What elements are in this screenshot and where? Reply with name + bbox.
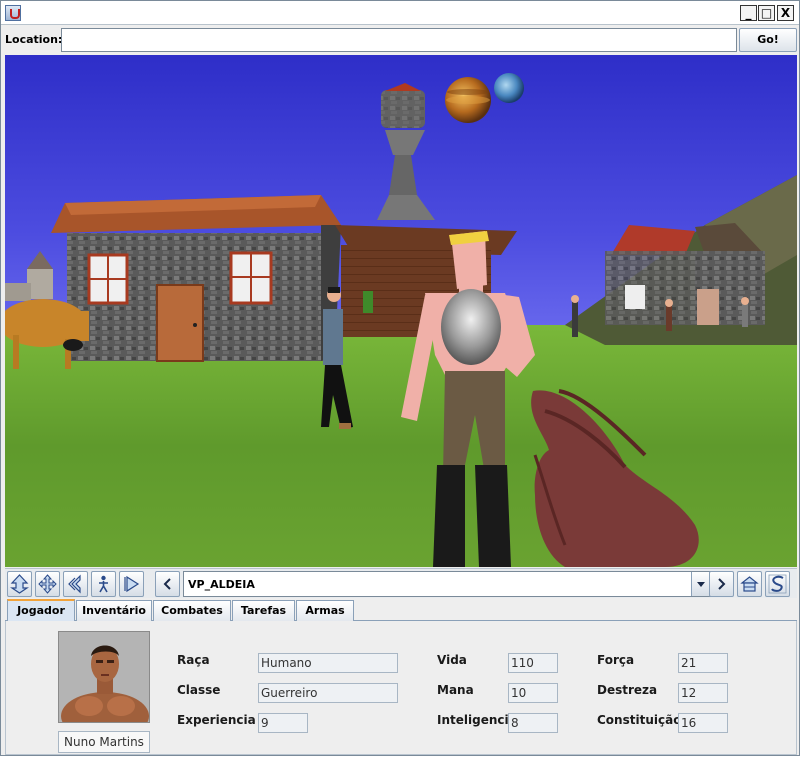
tab-inventario[interactable]: Inventário	[76, 600, 152, 621]
forca-label: Força	[597, 653, 635, 667]
player-portrait	[58, 631, 150, 723]
experiencia-field: 9	[258, 713, 308, 733]
home-icon	[740, 576, 759, 592]
inteligencia-field: 8	[508, 713, 558, 733]
viewpoint-value: VP_ALDEIA	[188, 578, 255, 591]
pan-button[interactable]	[35, 571, 60, 597]
location-label: Location:	[5, 33, 63, 46]
player-avatar	[59, 632, 149, 722]
destreza-field: 12	[678, 683, 728, 703]
village-scene	[5, 55, 797, 567]
tab-armas[interactable]: Armas	[296, 600, 354, 621]
application-window: _ □ X Location: Go! VP_ALDEIA Jogador In…	[0, 0, 800, 756]
viewpoint-dropdown[interactable]: VP_ALDEIA	[183, 571, 712, 597]
vida-label: Vida	[437, 653, 467, 667]
tab-combates[interactable]: Combates	[153, 600, 231, 621]
settings-button[interactable]	[765, 571, 790, 597]
tab-strip: Jogador Inventário Combates Tarefas Arma…	[5, 599, 797, 622]
navigation-toolbar: VP_ALDEIA	[5, 568, 797, 598]
java-cup-icon	[5, 5, 21, 21]
3d-viewport[interactable]	[5, 55, 797, 567]
previous-viewpoint-icon	[163, 578, 171, 590]
mana-label: Mana	[437, 683, 474, 697]
figure-button[interactable]	[91, 571, 116, 597]
tab-jogador[interactable]: Jogador	[7, 599, 75, 622]
experiencia-label: Experiencia	[177, 713, 256, 727]
walk-button[interactable]	[7, 571, 32, 597]
vida-field: 110	[508, 653, 558, 673]
title-bar: _ □ X	[1, 1, 799, 25]
raca-label: Raça	[177, 653, 210, 667]
constituicao-label: Constituição	[597, 713, 682, 727]
chevron-down-icon	[697, 582, 705, 587]
raca-field: Humano	[258, 653, 398, 673]
next-viewpoint-icon	[718, 578, 726, 590]
turn-icon	[68, 574, 81, 594]
play-icon	[124, 575, 140, 593]
mana-field: 10	[508, 683, 558, 703]
go-button[interactable]: Go!	[739, 28, 797, 52]
classe-label: Classe	[177, 683, 221, 697]
player-panel: Nuno Martins Raça Humano Classe Guerreir…	[5, 621, 797, 755]
constituicao-field: 16	[678, 713, 728, 733]
maximize-button[interactable]: □	[758, 5, 775, 21]
pan-icon	[38, 574, 57, 594]
turn-button[interactable]	[63, 571, 88, 597]
classe-field: Guerreiro	[258, 683, 398, 703]
settings-icon	[768, 574, 787, 594]
player-name: Nuno Martins	[58, 731, 150, 753]
location-input[interactable]	[61, 28, 737, 52]
forca-field: 21	[678, 653, 728, 673]
home-viewpoint-button[interactable]	[737, 571, 762, 597]
background-strip	[0, 756, 800, 763]
close-button[interactable]: X	[777, 5, 794, 21]
destreza-label: Destreza	[597, 683, 658, 697]
inteligencia-label: Inteligencia	[437, 713, 517, 727]
previous-viewpoint-button[interactable]	[155, 571, 180, 597]
tab-tarefas[interactable]: Tarefas	[232, 600, 295, 621]
figure-icon	[99, 575, 108, 593]
location-bar: Location: Go!	[1, 26, 799, 54]
viewpoint-dropdown-toggle[interactable]	[691, 572, 711, 596]
walk-up-icon	[10, 574, 29, 594]
minimize-button[interactable]: _	[740, 5, 757, 21]
next-viewpoint-button[interactable]	[709, 571, 734, 597]
play-button[interactable]	[119, 571, 144, 597]
